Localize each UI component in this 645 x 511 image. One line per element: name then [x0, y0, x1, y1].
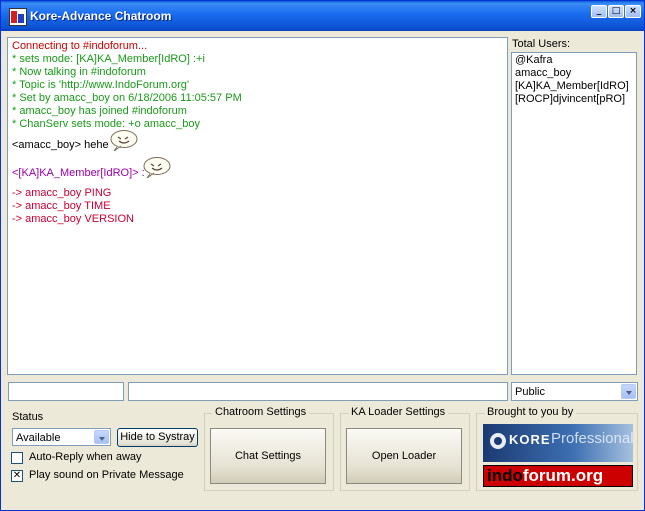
- ka-loader-settings-group: KA Loader Settings Open Loader: [340, 406, 470, 491]
- chatroom-window: Kore-Advance Chatroom _ □ × Connecting t…: [0, 0, 645, 511]
- maximize-icon: □: [611, 6, 621, 16]
- status-select[interactable]: Available: [12, 428, 111, 446]
- kore-logo-subtext: Professional: [551, 430, 633, 447]
- title-bar[interactable]: Kore-Advance Chatroom _ □ ×: [1, 1, 644, 31]
- kore-professional-banner[interactable]: KORE Professional: [483, 424, 633, 462]
- chatroom-settings-legend: Chatroom Settings: [212, 406, 310, 418]
- chat-line: Connecting to #indoforum...: [12, 40, 148, 52]
- hide-to-systray-label: Hide to Systray: [120, 431, 195, 443]
- user-list-item[interactable]: [ROCP]djvincent[pRO]: [515, 93, 633, 106]
- chat-settings-button[interactable]: Chat Settings: [210, 428, 326, 484]
- chevron-down-icon[interactable]: [621, 384, 636, 399]
- open-loader-button[interactable]: Open Loader: [346, 428, 462, 484]
- smiley-icon: [143, 157, 171, 178]
- chat-line: -> amacc_boy PING: [12, 187, 112, 199]
- sponsor-group: Brought to you by KORE Professional indo…: [476, 406, 638, 491]
- chat-message-row: <[KA]KA_Member[IdRO]> :: [12, 157, 503, 187]
- user-list-item[interactable]: @Kafra: [515, 54, 633, 67]
- smiley-icon: [110, 130, 138, 151]
- kore-logo-text: KORE: [509, 432, 551, 447]
- chat-line: * Now talking in #indoforum: [12, 66, 146, 78]
- minimize-button[interactable]: _: [591, 5, 607, 18]
- status-label: Status: [12, 411, 44, 423]
- hide-to-systray-button[interactable]: Hide to Systray: [117, 428, 198, 447]
- status-select-value: Available: [16, 432, 61, 444]
- chat-line: * ChanServ sets mode: +o amacc_boy: [12, 118, 201, 130]
- user-list-item[interactable]: amacc_boy: [515, 67, 633, 80]
- chat-line: * amacc_boy has joined #indoforum: [12, 105, 187, 117]
- indoforum-logo-part: indo: [487, 466, 523, 485]
- user-list-item[interactable]: [KA]KA_Member[IdRO]: [515, 80, 633, 93]
- chevron-down-icon[interactable]: [94, 430, 109, 444]
- chat-line: -> amacc_boy VERSION: [12, 213, 134, 225]
- chat-line: * sets mode: [KA]KA_Member[IdRO] :+i: [12, 53, 205, 65]
- chat-line: * Topic is 'http://www.IndoForum.org': [12, 79, 190, 91]
- indoforum-logo-text: indoforum.org: [487, 466, 603, 486]
- maximize-button[interactable]: □: [608, 5, 624, 18]
- indoforum-logo-part: forum.org: [522, 466, 604, 485]
- chat-line: * Set by amacc_boy on 6/18/2006 11:05:57…: [12, 92, 242, 104]
- kore-logo-icon: [490, 433, 506, 449]
- nick-input[interactable]: [8, 382, 124, 401]
- window-title: Kore-Advance Chatroom: [30, 9, 172, 23]
- sponsor-legend: Brought to you by: [484, 406, 577, 418]
- chat-log[interactable]: Connecting to #indoforum... * sets mode:…: [7, 37, 508, 375]
- auto-reply-label: Auto-Reply when away: [29, 451, 142, 463]
- play-sound-label: Play sound on Private Message: [29, 469, 184, 481]
- app-icon: [9, 8, 27, 26]
- minimize-icon: _: [596, 6, 602, 16]
- chatroom-settings-group: Chatroom Settings Chat Settings: [204, 406, 334, 491]
- ka-loader-settings-legend: KA Loader Settings: [348, 406, 449, 418]
- auto-reply-checkbox[interactable]: [11, 452, 23, 464]
- chat-message-row: <amacc_boy> hehe: [12, 130, 503, 159]
- user-list[interactable]: @Kafra amacc_boy [KA]KA_Member[IdRO] [RO…: [511, 52, 637, 375]
- chat-line: -> amacc_boy TIME: [12, 200, 111, 212]
- total-users-label: Total Users:: [512, 38, 571, 50]
- indoforum-banner[interactable]: indoforum.org: [483, 465, 633, 487]
- chat-line: <amacc_boy> hehe: [12, 139, 109, 151]
- close-icon: ×: [629, 6, 637, 16]
- message-input[interactable]: [128, 382, 508, 401]
- close-button[interactable]: ×: [625, 5, 641, 18]
- target-select-value: Public: [515, 386, 545, 398]
- play-sound-checkbox[interactable]: ✕: [11, 470, 23, 482]
- chat-line: <[KA]KA_Member[IdRO]> :: [12, 167, 145, 179]
- target-select[interactable]: Public: [511, 382, 638, 401]
